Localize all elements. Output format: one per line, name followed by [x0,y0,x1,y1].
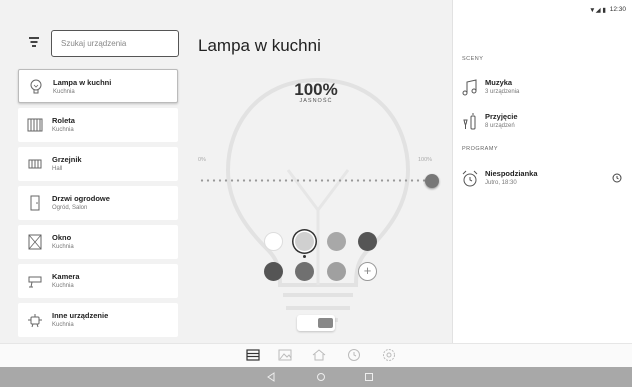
music-icon [462,79,477,96]
status-time: 12:30 [609,6,626,13]
color-swatch-light-gray[interactable] [295,232,314,251]
device-room: Ogród, Salon [52,205,88,211]
lightbulb-icon [30,79,42,94]
scene-sub: 8 urządzeń [485,123,515,129]
scene-item-muzyka[interactable]: Muzyka 3 urządzenia [460,76,625,104]
scenes-title: SCENY [462,56,484,62]
device-item-roleta[interactable]: Roleta Kuchnia [18,108,178,142]
device-room: Kuchnia [52,127,74,133]
clock-small-icon[interactable] [612,173,622,183]
party-icon [463,113,476,130]
color-swatch-dark-2[interactable] [264,262,283,281]
scene-item-przyjecie[interactable]: Przyjęcie 8 urządzeń [460,110,625,138]
power-toggle[interactable] [297,315,335,331]
device-room: Kuchnia [52,322,74,328]
brightness-value: 100% [294,80,338,99]
alarm-clock-icon [462,170,478,187]
device-item-inne[interactable]: Inne urządzenie Kuchnia [18,303,178,337]
device-item-okno[interactable]: Okno Kuchnia [18,225,178,259]
slider-track[interactable] [199,179,425,182]
add-color-button[interactable]: + [358,262,377,281]
device-name: Inne urządzenie [52,311,109,320]
window-icon [28,234,42,250]
color-swatch-gray[interactable] [327,232,346,251]
program-sub: Jutro, 18:30 [485,180,517,186]
filter-icon[interactable] [27,36,41,48]
robot-icon [28,314,42,328]
search-input[interactable]: Szukaj urządzenia [51,30,179,57]
brightness-label: JASNOŚĆ [299,98,333,104]
device-name: Grzejnik [52,155,82,164]
toggle-knob [318,318,333,328]
slider-thumb[interactable] [425,174,439,188]
brightness-slider[interactable] [199,174,439,188]
recents-icon[interactable] [363,371,375,383]
color-swatch-white[interactable] [264,232,283,251]
home-nav-icon[interactable] [315,371,327,383]
device-item-kamera[interactable]: Kamera Kuchnia [18,264,178,298]
device-name: Roleta [52,116,75,125]
program-name: Niespodzianka [485,169,538,178]
home-icon[interactable] [311,347,327,363]
radiator-icon [28,159,42,169]
device-room: Kuchnia [52,283,74,289]
color-swatch-gray-2[interactable] [327,262,346,281]
clock-icon[interactable] [346,347,362,363]
device-title: Lampa w kuchni [198,36,321,55]
device-room: Kuchnia [52,244,74,250]
search-placeholder: Szukaj urządzenia [61,39,127,48]
program-item-niespodzianka[interactable]: Niespodzianka Jutro, 18:30 [460,167,625,195]
image-icon[interactable] [277,347,293,363]
device-room: Hall [52,166,63,172]
device-item-drzwi[interactable]: Drzwi ogrodowe Ogród, Salon [18,186,178,220]
device-name: Okno [52,233,72,242]
scene-name: Muzyka [485,78,513,87]
programs-title: PROGRAMY [462,146,499,152]
device-room: Kuchnia [53,89,75,95]
selected-indicator [303,255,306,258]
settings-icon[interactable] [381,347,397,363]
door-icon [30,195,40,211]
back-icon[interactable] [265,371,277,383]
device-name: Drzwi ogrodowe [52,194,110,203]
scene-name: Przyjęcie [485,112,518,121]
color-swatch-mid[interactable] [295,262,314,281]
status-icons: ▼◢ ▮ [589,7,606,14]
device-name: Lampa w kuchni [53,78,112,87]
camera-icon [28,276,42,288]
scene-sub: 3 urządzenia [485,89,520,95]
slider-min-label: 0% [198,157,206,163]
device-item-lampa[interactable]: Lampa w kuchni Kuchnia [18,69,178,103]
device-name: Kamera [52,272,80,281]
slider-max-label: 100% [418,157,433,163]
device-item-grzejnik[interactable]: Grzejnik Hall [18,147,178,181]
color-swatch-dark[interactable] [358,232,377,251]
blinds-icon [27,118,43,132]
devices-icon[interactable] [245,347,261,363]
